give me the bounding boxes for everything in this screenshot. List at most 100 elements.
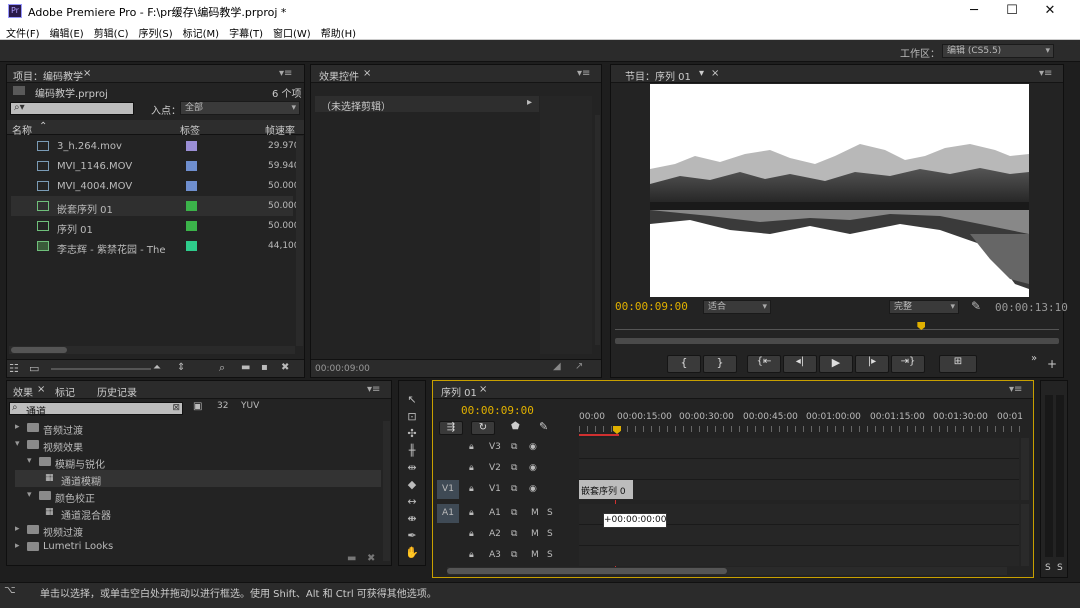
project-tab[interactable]: 项目：编码教学: [13, 68, 83, 83]
track-name[interactable]: A2: [489, 529, 501, 539]
lock-icon[interactable]: 🔒︎: [469, 463, 474, 473]
nested-sequence-clip[interactable]: 嵌套序列 0: [579, 480, 633, 499]
more-controls-icon[interactable]: »: [1031, 353, 1037, 364]
fit-select[interactable]: 适合: [703, 300, 771, 314]
effects-tree-item[interactable]: ▸ 视频过渡: [15, 521, 381, 539]
sync-icon[interactable]: ⧉: [511, 508, 517, 518]
add-button-icon[interactable]: +: [1047, 357, 1057, 371]
icon-view-icon[interactable]: ▭: [29, 362, 39, 375]
track-name[interactable]: A3: [489, 550, 501, 560]
eye-icon[interactable]: ◉: [529, 484, 537, 494]
menu-clip[interactable]: 剪辑(C): [88, 22, 133, 40]
work-area-bar[interactable]: [579, 434, 619, 436]
sort-icon[interactable]: ⇕: [177, 362, 185, 373]
minimize-button[interactable]: ─: [954, 2, 994, 20]
hand-tool-icon[interactable]: ✋: [403, 546, 421, 560]
add-marker-icon[interactable]: ⬟: [511, 421, 520, 432]
sync-icon[interactable]: ⧉: [511, 463, 517, 473]
program-zoom-bar[interactable]: [615, 338, 1059, 344]
solo-button[interactable]: S: [547, 529, 553, 539]
new-bin-icon[interactable]: ▬: [241, 362, 250, 373]
automate-icon[interactable]: ⏶: [153, 362, 161, 373]
rolling-edit-tool-icon[interactable]: ╫: [403, 444, 421, 458]
menu-title[interactable]: 字幕(T): [223, 22, 267, 40]
step-forward-button[interactable]: |▸: [855, 355, 889, 373]
timeline-horizontal-scrollbar[interactable]: [447, 567, 1007, 575]
sync-icon[interactable]: ⧉: [511, 550, 517, 560]
selection-tool-icon[interactable]: ↖: [403, 393, 421, 407]
menu-window[interactable]: 窗口(W): [267, 22, 315, 40]
effects-tree-item[interactable]: ▸ 音频过渡: [15, 419, 381, 437]
export-frame-button[interactable]: ⊞: [939, 355, 977, 373]
timeline-tab[interactable]: 序列 01: [441, 384, 477, 399]
slip-tool-icon[interactable]: ↔: [403, 495, 421, 509]
menu-help[interactable]: 帮助(H): [315, 22, 360, 40]
new-item-icon[interactable]: ▪: [261, 362, 268, 373]
linked-selection-icon[interactable]: ↻: [471, 421, 495, 435]
tab-markers[interactable]: 标记: [55, 384, 75, 399]
track-name[interactable]: V1: [489, 484, 501, 494]
timeline-settings-icon[interactable]: ✎: [539, 420, 548, 433]
mark-out-button[interactable]: }: [703, 355, 737, 373]
zoom-slider[interactable]: [51, 368, 151, 370]
sync-icon[interactable]: ⧉: [511, 442, 517, 452]
video-track-scrollbar[interactable]: [1021, 438, 1029, 500]
effect-controls-tab[interactable]: 效果控件: [319, 68, 359, 83]
source-track-a1[interactable]: A1: [437, 504, 459, 523]
lock-icon[interactable]: 🔒︎: [469, 550, 474, 560]
panel-menu-icon[interactable]: ▾≡: [1009, 384, 1022, 395]
eye-icon[interactable]: ◉: [529, 463, 537, 473]
effects-search-input[interactable]: ⌕ 通道 ⊠: [9, 402, 183, 418]
accelerated-effects-icon[interactable]: ▣: [193, 401, 202, 412]
project-search-input[interactable]: ⌕▾: [10, 102, 134, 115]
effects-tree-item[interactable]: ▸ Lumetri Looks: [15, 538, 381, 555]
play-button[interactable]: ▶: [819, 355, 853, 373]
close-tab-icon[interactable]: ×: [479, 384, 487, 395]
effects-scrollbar[interactable]: [383, 421, 390, 561]
project-item[interactable]: 3_h.264.mov 29.970: [11, 136, 300, 156]
program-video-frame[interactable]: [650, 84, 1029, 297]
panel-menu-icon[interactable]: ▾≡: [367, 384, 380, 395]
project-vertical-scrollbar[interactable]: [296, 136, 303, 346]
sort-ascending-icon[interactable]: ⌃: [39, 121, 47, 132]
trash-icon[interactable]: ✖: [367, 553, 375, 564]
wrench-icon[interactable]: ✎: [971, 299, 981, 313]
yuv-effects-icon[interactable]: YUV: [241, 401, 259, 411]
effects-tree-item[interactable]: ▦ 通道混合器: [15, 504, 381, 522]
panel-menu-icon[interactable]: ▾≡: [1039, 68, 1052, 79]
close-tab-icon[interactable]: ×: [711, 68, 719, 79]
go-to-out-button[interactable]: ⇥}: [891, 355, 925, 373]
lock-icon[interactable]: 🔒︎: [469, 484, 474, 494]
video-track-area[interactable]: 嵌套序列 0: [579, 438, 1019, 500]
track-select-tool-icon[interactable]: ⊡: [403, 410, 421, 424]
column-name[interactable]: 名称: [12, 122, 32, 137]
solo-button[interactable]: S: [547, 508, 553, 518]
lock-icon[interactable]: 🔒︎: [469, 529, 474, 539]
pen-tool-icon[interactable]: ✒: [403, 529, 421, 543]
menu-marker[interactable]: 标记(M): [177, 22, 223, 40]
project-horizontal-scrollbar[interactable]: [9, 346, 295, 354]
column-fps[interactable]: 帧速率: [265, 122, 295, 137]
effects-tree-item[interactable]: ▾ 视频效果: [15, 436, 381, 454]
slide-tool-icon[interactable]: ⇼: [403, 512, 421, 526]
effect-controls-timecode[interactable]: 00:00:09:00: [315, 364, 370, 374]
solo-right-button[interactable]: S: [1057, 563, 1063, 573]
track-name[interactable]: V3: [489, 442, 501, 452]
close-button[interactable]: ✕: [1030, 2, 1070, 20]
snap-toggle-icon[interactable]: ⇶: [439, 421, 463, 435]
razor-tool-icon[interactable]: ◆: [403, 478, 421, 492]
find-icon[interactable]: ⌕: [219, 361, 225, 375]
program-time-ruler[interactable]: [615, 320, 1059, 348]
mute-button[interactable]: M: [531, 508, 539, 518]
program-current-timecode[interactable]: 00:00:09:00: [615, 300, 688, 313]
project-item[interactable]: 李志辉 - 紫禁花园 - The 44,100: [11, 236, 300, 256]
close-tab-icon[interactable]: ×: [363, 68, 371, 79]
timeline-playhead[interactable]: [613, 426, 621, 434]
track-name[interactable]: V2: [489, 463, 501, 473]
export-icon[interactable]: ↗: [575, 361, 583, 372]
panel-menu-icon[interactable]: ▾≡: [279, 68, 292, 79]
effects-tree-item[interactable]: ▾ 颜色校正: [15, 487, 381, 505]
quality-select[interactable]: 完整: [889, 300, 959, 314]
sync-icon[interactable]: ⧉: [511, 529, 517, 539]
solo-left-button[interactable]: S: [1045, 563, 1051, 573]
